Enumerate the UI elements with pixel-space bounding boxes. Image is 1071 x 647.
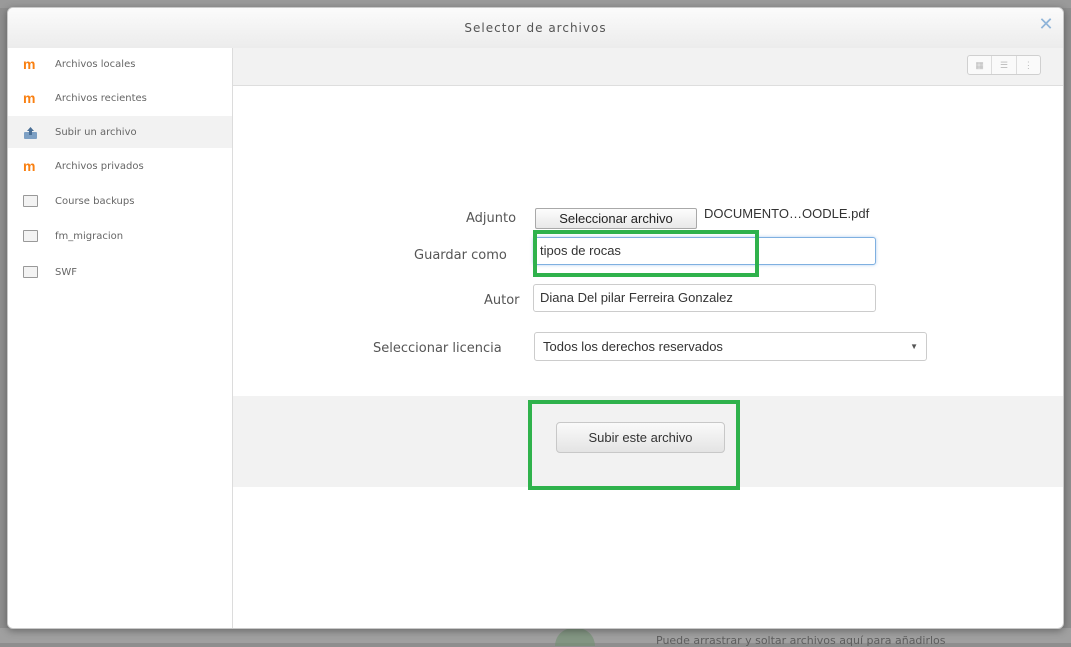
file-picker-dialog: Selector de archivos ✕ m Archivos locale… [7,7,1064,629]
selected-file-name: DOCUMENTO…OODLE.pdf [704,206,870,221]
sidebar-item-archivos-privados[interactable]: m Archivos privados [8,150,232,182]
background-dropzone-text: Puede arrastrar y soltar archivos aquí p… [656,634,946,647]
upload-icon [23,126,38,139]
view-mode-buttons: ▦ ☰ ⋮ [967,55,1041,75]
author-input[interactable]: Diana Del pilar Ferreira Gonzalez [533,284,876,312]
sidebar-item-fm-migracion[interactable]: fm_migracion [8,220,232,252]
author-label: Autor [484,293,520,308]
chevron-down-icon: ▼ [910,342,918,351]
sidebar-item-swf[interactable]: SWF [8,256,232,288]
sidebar-item-label: SWF [55,266,77,278]
moodle-icon: m [23,89,36,106]
attachment-label: Adjunto [466,211,517,226]
license-selected-value: Todos los derechos reservados [543,339,723,354]
license-select[interactable]: Todos los derechos reservados ▼ [534,332,927,361]
save-as-input[interactable]: tipos de rocas [533,237,876,265]
sidebar-item-label: fm_migracion [55,230,124,242]
upload-file-button[interactable]: Subir este archivo [556,422,725,453]
sidebar-item-label: Archivos locales [55,58,136,70]
box-icon [23,230,38,242]
sidebar-item-label: Archivos privados [55,160,144,172]
box-icon [23,266,38,278]
repository-sidebar: m Archivos locales m Archivos recientes … [8,48,233,628]
dialog-header: Selector de archivos ✕ [8,8,1063,49]
license-label: Seleccionar licencia [373,341,502,356]
tree-view-icon[interactable]: ⋮ [1017,56,1040,74]
sidebar-item-label: Subir un archivo [55,126,137,138]
sidebar-item-label: Archivos recientes [55,92,147,104]
sidebar-item-archivos-locales[interactable]: m Archivos locales [8,48,232,80]
sidebar-item-label: Course backups [55,195,135,207]
save-as-label: Guardar como [414,248,507,263]
icons-view-icon[interactable]: ▦ [968,56,993,74]
moodle-icon: m [23,157,36,174]
list-view-icon[interactable]: ☰ [992,56,1017,74]
close-icon[interactable]: ✕ [1037,15,1055,33]
moodle-icon: m [23,55,36,72]
box-icon [23,195,38,207]
sidebar-item-archivos-recientes[interactable]: m Archivos recientes [8,82,232,114]
dialog-title: Selector de archivos [464,21,607,35]
sidebar-item-course-backups[interactable]: Course backups [8,185,232,217]
sidebar-item-subir-archivo[interactable]: Subir un archivo [8,116,232,148]
choose-file-button[interactable]: Seleccionar archivo [535,208,697,229]
file-picker-toolbar: ▦ ☰ ⋮ [233,48,1063,86]
